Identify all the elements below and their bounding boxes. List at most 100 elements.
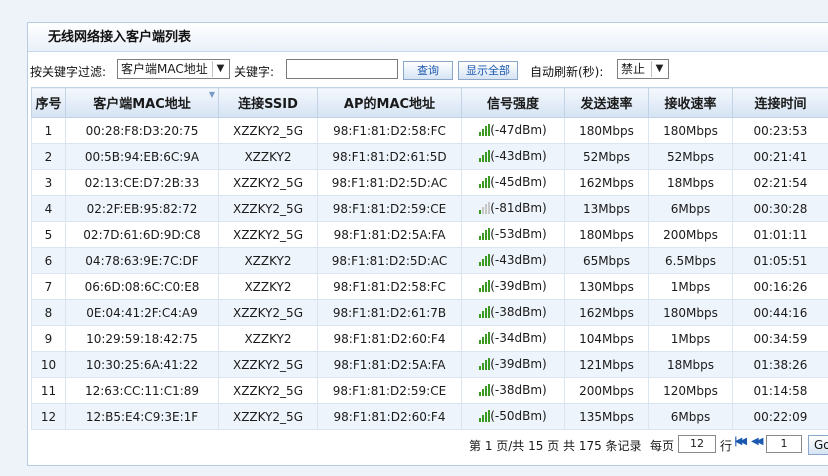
- table-row[interactable]: 6 04:78:63:9E:7C:DF XZZKY2 98:F1:81:D2:5D:A…: [31, 247, 828, 274]
- cell-signal: (-50dBm): [461, 403, 565, 430]
- cell-signal: (-43dBm): [461, 143, 565, 170]
- cell-index: 1: [31, 117, 66, 144]
- cell-client-mac: 10:30:25:6A:41:22: [65, 351, 219, 378]
- filter-toolbar: 按关键字过滤: 客户端MAC地址 ▼ 关键字: 查询 显示全部 自动刷新(秒):…: [0, 58, 828, 82]
- cell-connect-time: 01:05:51: [732, 247, 828, 274]
- cell-rx-rate: 18Mbps: [648, 169, 733, 196]
- cell-index: 2: [31, 143, 66, 170]
- cell-ssid: XZZKY2_5G: [218, 117, 318, 144]
- signal-strength: (-39dBm): [479, 279, 547, 293]
- cell-client-mac: 12:B5:E4:C9:3E:1F: [65, 403, 219, 430]
- refresh-interval-value: 禁止: [621, 62, 646, 76]
- cell-ap-mac: 98:F1:81:D2:5D:AC: [317, 169, 462, 196]
- signal-bars-icon: [479, 175, 491, 188]
- signal-bars-icon: [479, 305, 491, 318]
- cell-rx-rate: 1Mbps: [648, 325, 733, 352]
- keyword-input[interactable]: [286, 59, 398, 79]
- cell-ssid: XZZKY2_5G: [218, 169, 318, 196]
- cell-client-mac: 12:63:CC:11:C1:89: [65, 377, 219, 404]
- signal-dbm: (-50dBm): [490, 408, 547, 423]
- keyword-label: 关键字:: [234, 65, 275, 79]
- cell-signal: (-43dBm): [461, 247, 565, 274]
- cell-connect-time: 00:34:59: [732, 325, 828, 352]
- table-row[interactable]: 9 10:29:59:18:42:75 XZZKY2 98:F1:81:D2:60:F…: [31, 325, 828, 352]
- column-header-tx-rate[interactable]: 发送速率: [564, 87, 649, 118]
- show-all-button[interactable]: 显示全部: [458, 61, 518, 80]
- cell-ssid: XZZKY2: [218, 273, 318, 300]
- cell-tx-rate: 180Mbps: [564, 221, 649, 248]
- cell-index: 5: [31, 221, 66, 248]
- cell-ap-mac: 98:F1:81:D2:61:5D: [317, 143, 462, 170]
- cell-index: 3: [31, 169, 66, 196]
- previous-page-icon[interactable]: ◀◀: [751, 436, 764, 447]
- table-row[interactable]: 10 10:30:25:6A:41:22 XZZKY2_5G 98:F1:81:D2:…: [31, 351, 828, 378]
- signal-dbm: (-43dBm): [490, 148, 547, 163]
- search-button[interactable]: 查询: [403, 61, 453, 80]
- signal-dbm: (-53dBm): [490, 226, 547, 241]
- cell-ap-mac: 98:F1:81:D2:5A:FA: [317, 351, 462, 378]
- signal-strength: (-39dBm): [479, 357, 547, 371]
- cell-client-mac: 02:7D:61:6D:9D:C8: [65, 221, 219, 248]
- table-row[interactable]: 4 02:2F:EB:95:82:72 XZZKY2_5G 98:F1:81:D2:5…: [31, 195, 828, 222]
- signal-strength: (-81dBm): [479, 201, 547, 215]
- cell-ssid: XZZKY2_5G: [218, 403, 318, 430]
- signal-strength: (-43dBm): [479, 253, 547, 267]
- column-header-signal[interactable]: 信号强度: [461, 87, 565, 118]
- signal-bars-icon: [479, 201, 491, 214]
- column-header-client-mac[interactable]: 客户端MAC地址 ▼: [65, 87, 219, 118]
- cell-ssid: XZZKY2: [218, 143, 318, 170]
- signal-dbm: (-38dBm): [490, 304, 547, 319]
- column-header-ssid[interactable]: 连接SSID: [218, 87, 318, 118]
- filter-field-select[interactable]: 客户端MAC地址 ▼: [117, 59, 230, 79]
- signal-strength: (-53dBm): [479, 227, 547, 241]
- cell-rx-rate: 6Mbps: [648, 403, 733, 430]
- table-row[interactable]: 2 00:5B:94:EB:6C:9A XZZKY2 98:F1:81:D2:61:5…: [31, 143, 828, 170]
- column-header-ap-mac[interactable]: AP的MAC地址: [317, 87, 462, 118]
- cell-client-mac: 06:6D:08:6C:C0:E8: [65, 273, 219, 300]
- cell-index: 10: [31, 351, 66, 378]
- cell-rx-rate: 18Mbps: [648, 351, 733, 378]
- cell-ssid: XZZKY2_5G: [218, 351, 318, 378]
- cell-tx-rate: 180Mbps: [564, 117, 649, 144]
- signal-strength: (-45dBm): [479, 175, 547, 189]
- cell-connect-time: 00:21:41: [732, 143, 828, 170]
- table-row[interactable]: 5 02:7D:61:6D:9D:C8 XZZKY2_5G 98:F1:81:D2:5…: [31, 221, 828, 248]
- signal-bars-icon: [479, 123, 491, 136]
- cell-rx-rate: 200Mbps: [648, 221, 733, 248]
- column-header-rx-rate[interactable]: 接收速率: [648, 87, 733, 118]
- signal-dbm: (-38dBm): [490, 382, 547, 397]
- table-row[interactable]: 1 00:28:F8:D3:20:75 XZZKY2_5G 98:F1:81:D2:5…: [31, 117, 828, 144]
- chevron-down-icon: ▼: [651, 61, 667, 77]
- sort-arrow-icon: ▼: [208, 90, 215, 99]
- per-page-label: 每页: [650, 439, 675, 453]
- page-number-input[interactable]: 1: [766, 435, 802, 453]
- table-row[interactable]: 12 12:B5:E4:C9:3E:1F XZZKY2_5G 98:F1:81:D2:…: [31, 403, 828, 430]
- cell-connect-time: 01:01:11: [732, 221, 828, 248]
- client-table: 序号 客户端MAC地址 ▼ 连接SSID AP的MAC地址 信号强度 发送速率 接…: [31, 87, 828, 430]
- signal-dbm: (-47dBm): [490, 122, 547, 137]
- refresh-label: 自动刷新(秒):: [530, 65, 604, 79]
- per-page-input[interactable]: 12: [678, 435, 716, 453]
- cell-ssid: XZZKY2_5G: [218, 377, 318, 404]
- cell-tx-rate: 121Mbps: [564, 351, 649, 378]
- go-button[interactable]: Go: [808, 435, 828, 455]
- cell-connect-time: 00:44:16: [732, 299, 828, 326]
- cell-connect-time: 02:21:54: [732, 169, 828, 196]
- table-row[interactable]: 11 12:63:CC:11:C1:89 XZZKY2_5G 98:F1:81:D2:…: [31, 377, 828, 404]
- pagination-bar: 第 1 页/共 15 页 共 175 条记录 每页 12 行 |◀◀ ◀◀ 1 …: [0, 432, 828, 456]
- cell-client-mac: 0E:04:41:2F:C4:A9: [65, 299, 219, 326]
- column-header-connect-time[interactable]: 连接时间: [732, 87, 828, 118]
- refresh-interval-select[interactable]: 禁止 ▼: [617, 59, 669, 79]
- cell-index: 6: [31, 247, 66, 274]
- table-row[interactable]: 7 06:6D:08:6C:C0:E8 XZZKY2 98:F1:81:D2:58:F…: [31, 273, 828, 300]
- column-header-index[interactable]: 序号: [31, 87, 66, 118]
- signal-dbm: (-45dBm): [490, 174, 547, 189]
- table-row[interactable]: 3 02:13:CE:D7:2B:33 XZZKY2_5G 98:F1:81:D2:5…: [31, 169, 828, 196]
- cell-index: 8: [31, 299, 66, 326]
- table-row[interactable]: 8 0E:04:41:2F:C4:A9 XZZKY2_5G 98:F1:81:D2:6…: [31, 299, 828, 326]
- cell-connect-time: 00:16:26: [732, 273, 828, 300]
- signal-bars-icon: [479, 357, 491, 370]
- signal-bars-icon: [479, 409, 491, 422]
- first-page-icon[interactable]: |◀◀: [734, 436, 747, 447]
- signal-bars-icon: [479, 383, 491, 396]
